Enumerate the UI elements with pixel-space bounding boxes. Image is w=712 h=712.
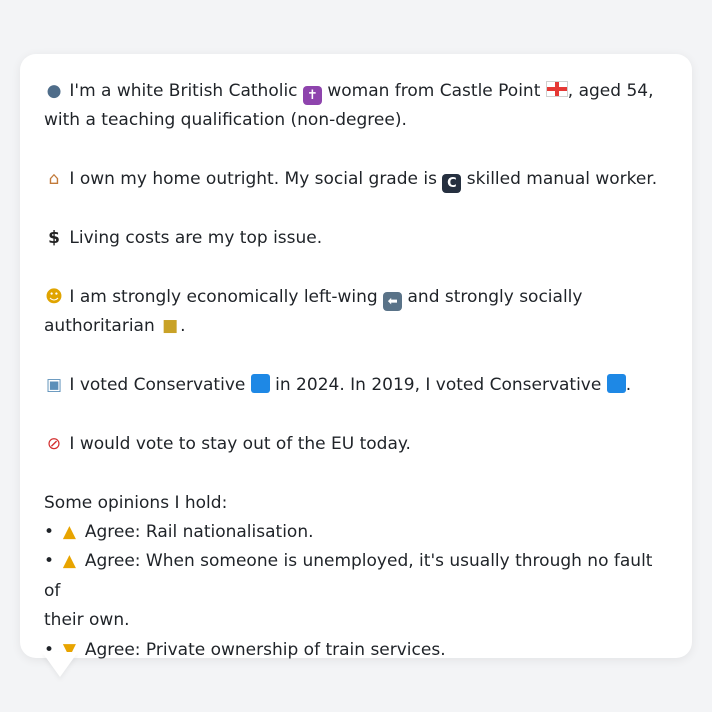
list-item: • ▼ Agree: Private ownership of train se…: [44, 636, 670, 665]
ideology-paragraph: ☻ I am strongly economically left-wing ⬅…: [44, 283, 670, 342]
opinions-header: Some opinions I hold:: [44, 492, 228, 513]
person-icon: ●: [46, 81, 62, 101]
list-item: • ▲ Agree: Rail nationalisation.: [44, 518, 670, 547]
eu-paragraph: ⊘ I would vote to stay out of the EU tod…: [44, 430, 670, 459]
grade-c-icon: C: [442, 174, 462, 194]
house-icon: ⌂: [48, 169, 60, 190]
identity-paragraph: ● I'm a white British Catholic ✝ woman f…: [44, 77, 670, 136]
prohibited-icon: ⊘: [46, 433, 62, 454]
dollar-icon: $: [48, 228, 60, 248]
ideology-text-1: I am strongly economically left-wing: [69, 286, 378, 307]
home-paragraph: ⌂ I own my home outright. My social grad…: [44, 165, 670, 194]
england-flag-icon: [545, 81, 568, 97]
thumbs-up-icon: ▲: [62, 522, 76, 542]
home-text-2: skilled manual worker.: [466, 169, 658, 190]
identity-text-4: a teaching qualification (non-degree).: [85, 110, 407, 131]
home-text-1: I own my home outright. My social grade …: [69, 169, 437, 190]
bubble-tail: [42, 652, 78, 677]
vote-text-1: I voted Conservative: [69, 375, 246, 395]
opinion-text: Agree: Rail nationalisation.: [84, 522, 314, 542]
eu-text: I would vote to stay out of the EU today…: [69, 433, 411, 454]
list-item: • ▲ Agree: When someone is unemployed, i…: [44, 547, 670, 606]
lock-icon: ■: [162, 316, 179, 337]
opinions-section: Some opinions I hold: • ▲ Agree: Rail na…: [44, 489, 670, 665]
blue-square-icon: [250, 374, 270, 393]
identity-text-2: woman from Castle Point: [327, 81, 541, 101]
latin-cross-icon: ✝: [302, 86, 322, 105]
vote-text-2: in 2024. In 2019, I voted Conservative: [275, 375, 602, 395]
issue-text: Living costs are my top issue.: [69, 228, 323, 248]
left-arrow-icon: ⬅: [383, 291, 403, 311]
vote-paragraph: ▣ I voted Conservative in 2024. In 2019,…: [44, 371, 670, 400]
ballot-box-icon: ▣: [45, 375, 63, 395]
message-bubble: ● I'm a white British Catholic ✝ woman f…: [20, 54, 692, 660]
list-item-continuation: their own.: [44, 610, 130, 631]
thinking-face-icon: ☻: [45, 286, 63, 307]
blue-square-icon: [606, 374, 626, 393]
identity-text-1: I'm a white British Catholic: [69, 81, 298, 101]
opinion-text: Agree: When someone is unemployed, it's …: [44, 551, 653, 601]
thumbs-up-icon: ▲: [62, 551, 76, 572]
opinion-text: Agree: Private ownership of train servic…: [84, 639, 446, 660]
issue-paragraph: $ Living costs are my top issue.: [44, 224, 670, 253]
